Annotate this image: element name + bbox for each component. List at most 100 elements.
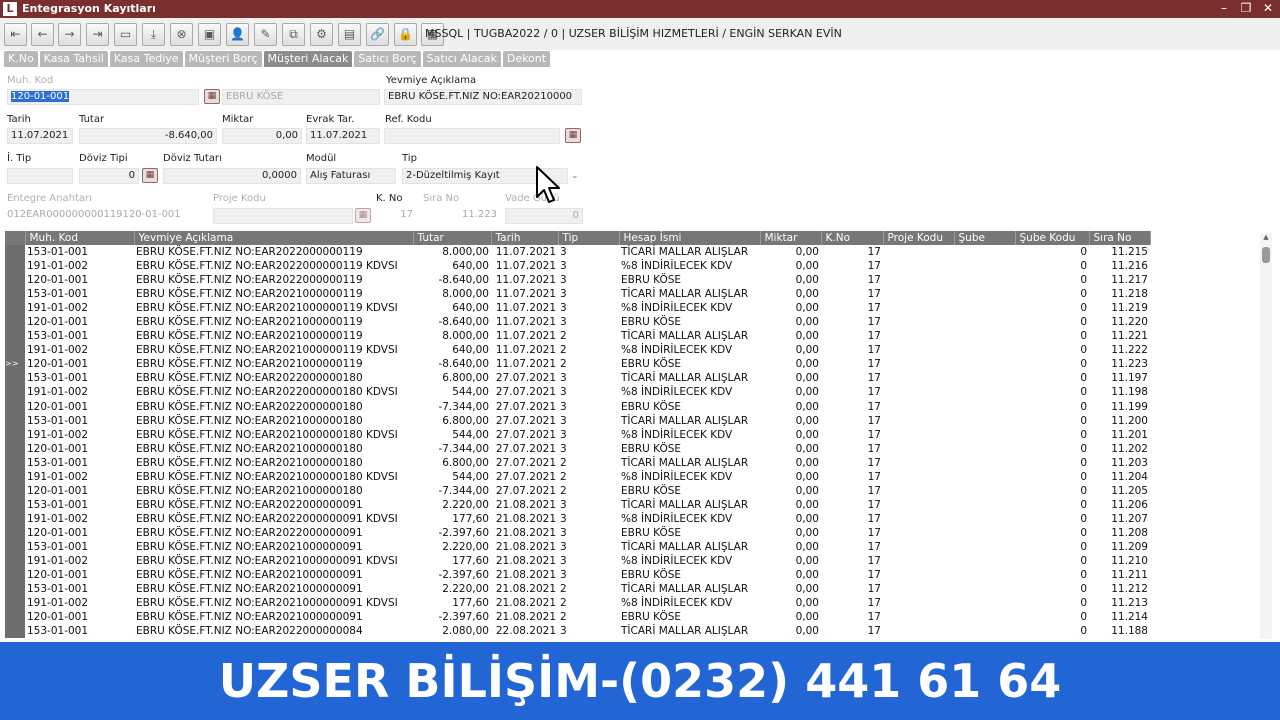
table-cell[interactable]: 11.212 bbox=[1089, 582, 1150, 596]
table-cell[interactable]: 0,00 bbox=[760, 596, 821, 610]
table-cell[interactable]: %8 İNDİRİLECEK KDV bbox=[619, 259, 760, 273]
table-cell[interactable]: 0,00 bbox=[760, 624, 821, 638]
table-cell[interactable]: 0,00 bbox=[760, 371, 821, 385]
table-row[interactable]: 153-01-001 EBRU KÖSE.FT.NIZ NO:EAR2021000… bbox=[5, 582, 1150, 597]
tab-6[interactable]: Satıcı Alacak bbox=[422, 51, 501, 67]
table-cell[interactable]: 3 bbox=[558, 287, 619, 301]
table-cell[interactable]: 0 bbox=[1015, 400, 1089, 414]
table-cell[interactable]: 17 bbox=[821, 456, 883, 470]
table-cell[interactable]: 191-01-002 bbox=[25, 596, 134, 610]
table-cell[interactable]: EBRU KÖSE.FT.NIZ NO:EAR2022000000091 bbox=[134, 498, 413, 512]
table-row[interactable]: 191-01-002 EBRU KÖSE.FT.NIZ NO:EAR2021000… bbox=[5, 301, 1150, 316]
table-cell[interactable]: -2.397,60 bbox=[413, 610, 491, 624]
table-cell[interactable]: 17 bbox=[821, 512, 883, 526]
first-record-icon[interactable]: ⇤ bbox=[4, 23, 27, 46]
table-cell[interactable]: 3 bbox=[558, 526, 619, 540]
table-cell[interactable]: 11.07.2021 bbox=[491, 357, 558, 371]
table-cell[interactable]: 11.07.2021 bbox=[491, 301, 558, 315]
table-cell[interactable]: 17 bbox=[821, 498, 883, 512]
table-cell[interactable]: 21.08.2021 bbox=[491, 596, 558, 610]
column-header[interactable]: Hesap İsmi bbox=[619, 231, 761, 245]
table-cell[interactable]: 2 bbox=[558, 456, 619, 470]
table-row[interactable]: 191-01-002 EBRU KÖSE.FT.NIZ NO:EAR2021000… bbox=[5, 554, 1150, 569]
table-cell[interactable]: 0 bbox=[1015, 568, 1089, 582]
table-cell[interactable]: 17 bbox=[821, 442, 883, 456]
table-cell[interactable]: -8.640,00 bbox=[413, 273, 491, 287]
table-cell[interactable]: 21.08.2021 bbox=[491, 498, 558, 512]
table-cell[interactable]: 17 bbox=[821, 610, 883, 624]
table-cell[interactable]: 3 bbox=[558, 385, 619, 399]
table-cell[interactable]: -7.344,00 bbox=[413, 484, 491, 498]
table-cell[interactable]: 177,60 bbox=[413, 596, 491, 610]
table-cell[interactable]: 0,00 bbox=[760, 259, 821, 273]
table-cell[interactable] bbox=[883, 624, 954, 638]
prev-record-icon[interactable]: ← bbox=[31, 23, 54, 46]
table-cell[interactable]: 17 bbox=[821, 554, 883, 568]
table-cell[interactable]: 17 bbox=[821, 287, 883, 301]
table-cell[interactable]: %8 İNDİRİLECEK KDV bbox=[619, 343, 760, 357]
table-cell[interactable]: 11.218 bbox=[1089, 287, 1150, 301]
table-cell[interactable]: 21.08.2021 bbox=[491, 582, 558, 596]
table-row[interactable]: 120-01-001 EBRU KÖSE.FT.NIZ NO:EAR2021000… bbox=[5, 610, 1150, 625]
modul-field[interactable]: Alış Faturası bbox=[306, 168, 396, 184]
table-cell[interactable]: 544,00 bbox=[413, 428, 491, 442]
table-cell[interactable]: 11.07.2021 bbox=[491, 329, 558, 343]
muh-kod-picker-icon[interactable]: ▦ bbox=[204, 89, 220, 104]
table-cell[interactable] bbox=[954, 329, 1015, 343]
table-cell[interactable]: 191-01-002 bbox=[25, 554, 134, 568]
table-cell[interactable]: 3 bbox=[558, 624, 619, 638]
table-cell[interactable]: 0 bbox=[1015, 442, 1089, 456]
table-cell[interactable]: 11.223 bbox=[1089, 357, 1150, 371]
table-cell[interactable]: 11.188 bbox=[1089, 624, 1150, 638]
table-cell[interactable] bbox=[954, 385, 1015, 399]
table-cell[interactable]: 0 bbox=[1015, 470, 1089, 484]
table-cell[interactable]: 0,00 bbox=[760, 498, 821, 512]
restore-icon[interactable]: ❐ bbox=[1240, 1, 1252, 16]
table-cell[interactable] bbox=[954, 540, 1015, 554]
table-cell[interactable]: TİCARİ MALLAR ALIŞLAR bbox=[619, 245, 760, 259]
table-cell[interactable] bbox=[954, 428, 1015, 442]
table-cell[interactable] bbox=[883, 470, 954, 484]
copy-icon[interactable]: ⧉ bbox=[282, 23, 305, 46]
table-cell[interactable]: 120-01-001 bbox=[25, 400, 134, 414]
table-row[interactable]: 153-01-001 EBRU KÖSE.FT.NIZ NO:EAR2022000… bbox=[5, 624, 1150, 639]
scroll-thumb[interactable] bbox=[1262, 247, 1270, 263]
table-cell[interactable]: TİCARİ MALLAR ALIŞLAR bbox=[619, 582, 760, 596]
table-row[interactable]: 120-01-001 EBRU KÖSE.FT.NIZ NO:EAR2021000… bbox=[5, 568, 1150, 583]
table-cell[interactable]: 153-01-001 bbox=[25, 540, 134, 554]
table-cell[interactable]: 153-01-001 bbox=[25, 456, 134, 470]
table-cell[interactable]: 11.219 bbox=[1089, 301, 1150, 315]
table-row[interactable]: 120-01-001 EBRU KÖSE.FT.NIZ NO:EAR2022000… bbox=[5, 525, 1150, 540]
table-cell[interactable] bbox=[883, 540, 954, 554]
column-header[interactable]: Muh. Kod bbox=[25, 231, 135, 245]
table-cell[interactable] bbox=[883, 526, 954, 540]
table-cell[interactable] bbox=[883, 568, 954, 582]
table-cell[interactable]: 0 bbox=[1015, 245, 1089, 259]
table-cell[interactable] bbox=[883, 400, 954, 414]
table-row[interactable]: 153-01-001 EBRU KÖSE.FT.NIZ NO:EAR2022000… bbox=[5, 371, 1150, 386]
table-cell[interactable] bbox=[883, 428, 954, 442]
table-cell[interactable]: 6.800,00 bbox=[413, 456, 491, 470]
table-cell[interactable]: 0 bbox=[1015, 554, 1089, 568]
tutar-field[interactable]: -8.640,00 bbox=[79, 128, 217, 144]
table-cell[interactable]: 17 bbox=[821, 357, 883, 371]
table-cell[interactable]: EBRU KÖSE.FT.NIZ NO:EAR2021000000180 bbox=[134, 484, 413, 498]
table-cell[interactable]: TİCARİ MALLAR ALIŞLAR bbox=[619, 456, 760, 470]
table-cell[interactable]: 17 bbox=[821, 428, 883, 442]
table-cell[interactable]: EBRU KÖSE bbox=[619, 400, 760, 414]
table-row[interactable]: 153-01-001 EBRU KÖSE.FT.NIZ NO:EAR2022000… bbox=[5, 497, 1150, 512]
table-cell[interactable] bbox=[883, 385, 954, 399]
column-header[interactable]: K.No bbox=[821, 231, 884, 245]
ref-kodu-picker-icon[interactable]: ▦ bbox=[565, 128, 581, 143]
table-cell[interactable]: 3 bbox=[558, 371, 619, 385]
table-cell[interactable]: 11.199 bbox=[1089, 400, 1150, 414]
table-row[interactable]: 120-01-001 EBRU KÖSE.FT.NIZ NO:EAR2021000… bbox=[5, 483, 1150, 498]
table-cell[interactable]: 153-01-001 bbox=[25, 245, 134, 259]
evrak-tar-field[interactable]: 11.07.2021 bbox=[306, 128, 380, 144]
close-icon[interactable]: ✕ bbox=[1262, 1, 1274, 16]
table-cell[interactable] bbox=[883, 273, 954, 287]
table-cell[interactable]: 0 bbox=[1015, 610, 1089, 624]
table-cell[interactable]: EBRU KÖSE.FT.NIZ NO:EAR2021000000119 KDV… bbox=[134, 301, 413, 315]
tab-4[interactable]: Müşteri Alacak bbox=[263, 51, 353, 67]
table-cell[interactable]: EBRU KÖSE.FT.NIZ NO:EAR2022000000180 bbox=[134, 400, 413, 414]
